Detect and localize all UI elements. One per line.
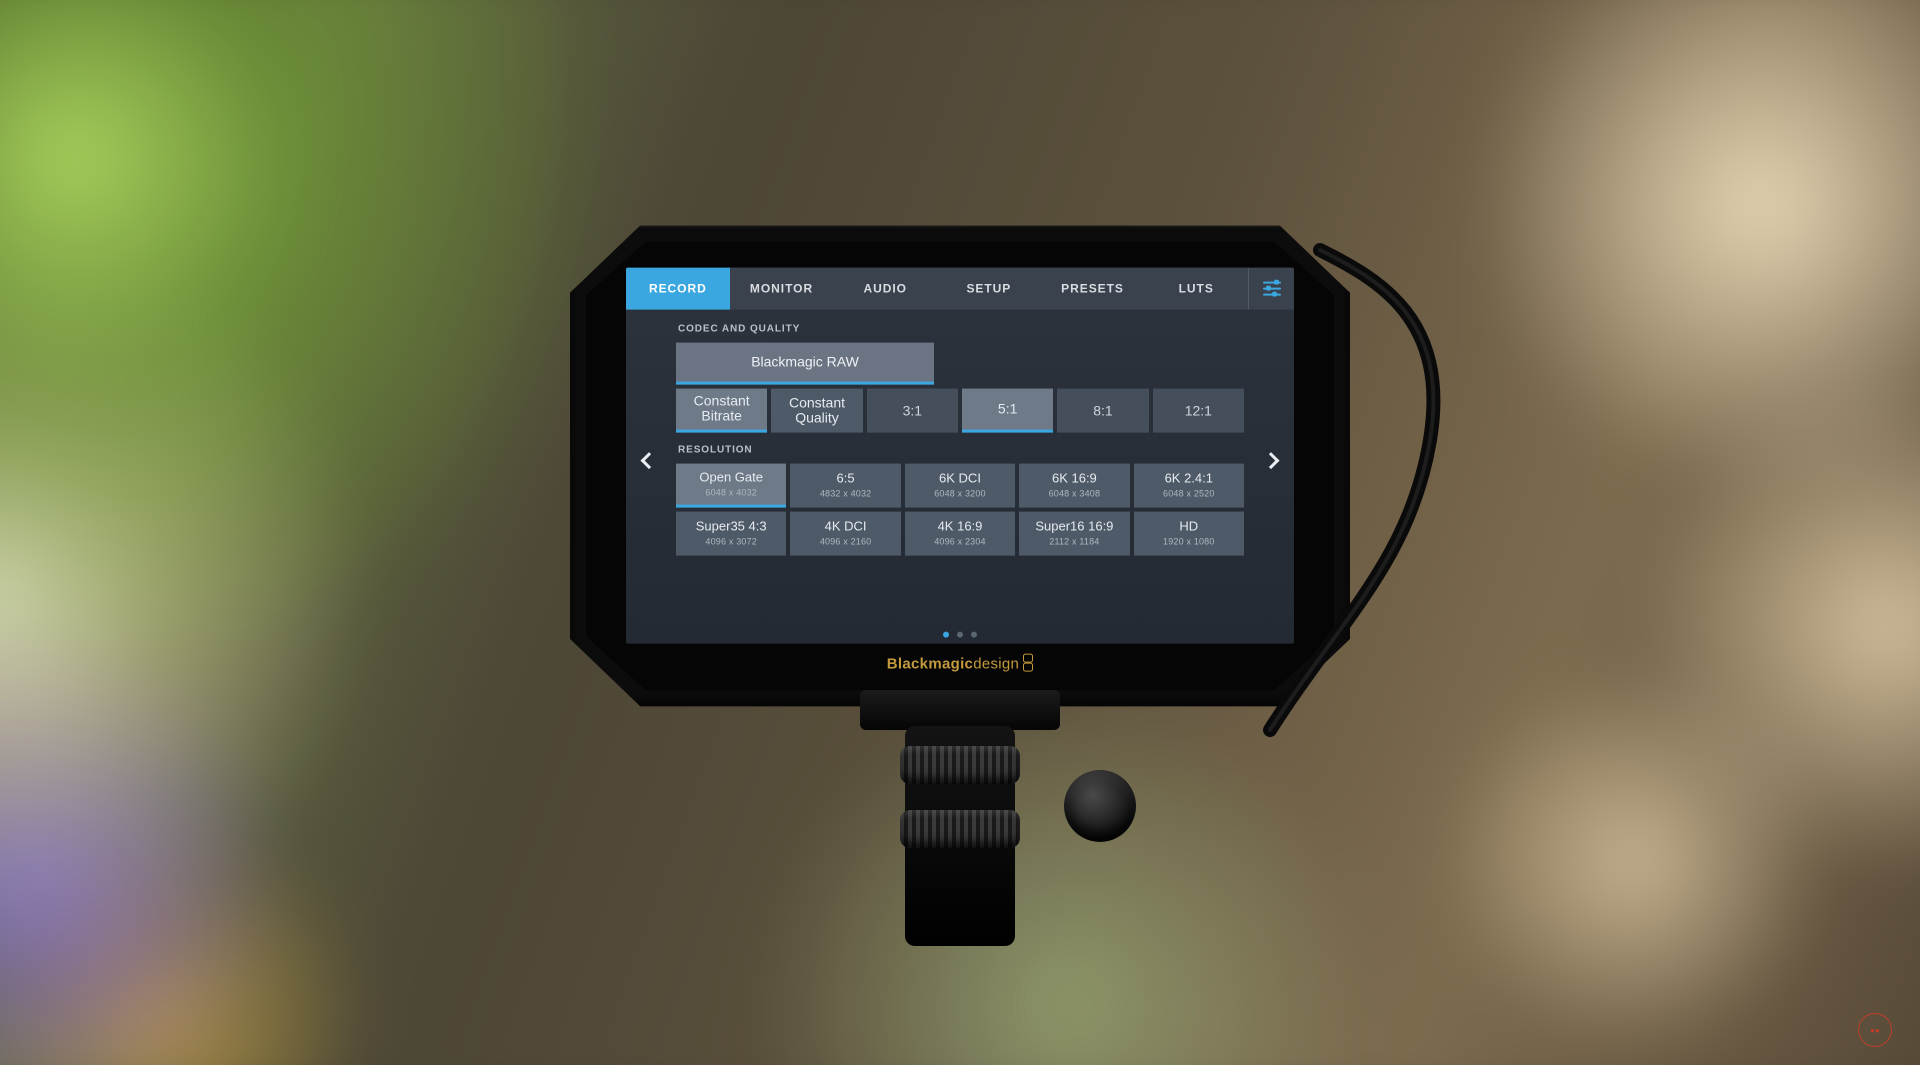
resolution-grid: Open Gate 6048 x 4032 6:5 4832 x 4032 6K… [676,463,1244,555]
option-label: 6K DCI [939,472,981,487]
tab-label: SETUP [966,281,1011,295]
tab-label: PRESETS [1061,281,1124,295]
watermark-icon: ●● [1858,1013,1892,1047]
option-dims: 6048 x 4032 [705,487,757,497]
option-label: 12:1 [1185,402,1212,418]
tab-monitor[interactable]: MONITOR [730,267,834,309]
page-dot[interactable] [957,631,963,637]
resolution-section-label: RESOLUTION [678,444,1244,455]
option-dims: 2112 x 1184 [1049,537,1099,547]
codec-section-label: CODEC AND QUALITY [678,323,1244,334]
ratio-8-1[interactable]: 8:1 [1057,388,1148,432]
option-label: 5:1 [998,401,1017,417]
option-label: Constant Bitrate [678,394,765,425]
res-4k-dci[interactable]: 4K DCI 4096 x 2160 [790,511,900,555]
preferences-button[interactable] [1248,267,1294,309]
record-page: CODEC AND QUALITY Blackmagic RAW Constan… [626,309,1294,643]
settings-tabs: RECORD MONITOR AUDIO SETUP PRESETS LUTS [626,267,1294,309]
option-label: 6:5 [837,472,855,487]
tab-label: AUDIO [863,281,906,295]
ratio-5-1[interactable]: 5:1 [962,388,1053,432]
monitor-screen: RECORD MONITOR AUDIO SETUP PRESETS LUTS … [626,267,1294,643]
tab-setup[interactable]: SETUP [937,267,1041,309]
option-dims: 4096 x 3072 [705,537,757,547]
res-6-5[interactable]: 6:5 4832 x 4032 [790,463,900,507]
res-super16-16-9[interactable]: Super16 16:9 2112 x 1184 [1019,511,1129,555]
option-label: 6K 16:9 [1052,472,1097,487]
option-dims: 1920 x 1080 [1163,537,1215,547]
option-dims: 4096 x 2160 [820,537,872,547]
option-label: 6K 2.4:1 [1165,472,1213,487]
mode-constant-quality[interactable]: Constant Quality [771,388,862,432]
tab-label: RECORD [649,281,707,295]
option-dims: 4096 x 2304 [934,537,986,547]
option-dims: 4832 x 4032 [820,489,872,499]
mode-constant-bitrate[interactable]: Constant Bitrate [676,388,767,432]
ratio-3-1[interactable]: 3:1 [867,388,958,432]
res-6k-16-9[interactable]: 6K 16:9 6048 x 3408 [1019,463,1129,507]
tab-label: MONITOR [750,281,813,295]
page-dot[interactable] [971,631,977,637]
res-open-gate[interactable]: Open Gate 6048 x 4032 [676,463,786,507]
res-hd[interactable]: HD 1920 x 1080 [1134,511,1244,555]
ratio-12-1[interactable]: 12:1 [1153,388,1244,432]
option-label: 4K DCI [825,520,867,535]
option-label: 4K 16:9 [938,520,983,535]
res-super35-4-3[interactable]: Super35 4:3 4096 x 3072 [676,511,786,555]
camera-monitor-device: RECORD MONITOR AUDIO SETUP PRESETS LUTS … [570,225,1350,706]
option-label: HD [1179,520,1198,535]
option-dims: 6048 x 2520 [1163,489,1215,499]
codec-quality-grid: Constant Bitrate Constant Quality 3:1 5:… [676,388,1244,432]
option-label: 3:1 [903,402,922,418]
tab-presets[interactable]: PRESETS [1041,267,1145,309]
option-dims: 6048 x 3408 [1049,489,1101,499]
page-indicator [626,631,1294,637]
tab-record[interactable]: RECORD [626,267,730,309]
tab-luts[interactable]: LUTS [1144,267,1248,309]
tab-audio[interactable]: AUDIO [833,267,937,309]
option-label: Open Gate [699,470,763,485]
option-label: Super35 4:3 [696,520,767,535]
page-dot[interactable] [943,631,949,637]
codec-name: Blackmagic RAW [751,354,859,370]
res-4k-16-9[interactable]: 4K 16:9 4096 x 2304 [905,511,1015,555]
option-label: 8:1 [1093,402,1112,418]
sliders-icon [1263,281,1281,295]
tab-label: LUTS [1179,281,1214,295]
option-label: Super16 16:9 [1035,520,1113,535]
res-6k-2-4-1[interactable]: 6K 2.4:1 6048 x 2520 [1134,463,1244,507]
codec-selector[interactable]: Blackmagic RAW [676,342,934,384]
option-label: Constant Quality [773,395,860,426]
option-dims: 6048 x 3200 [934,489,986,499]
device-brand: Blackmagicdesign [626,643,1294,676]
brand-logo-icon [1023,653,1033,671]
res-6k-dci[interactable]: 6K DCI 6048 x 3200 [905,463,1015,507]
